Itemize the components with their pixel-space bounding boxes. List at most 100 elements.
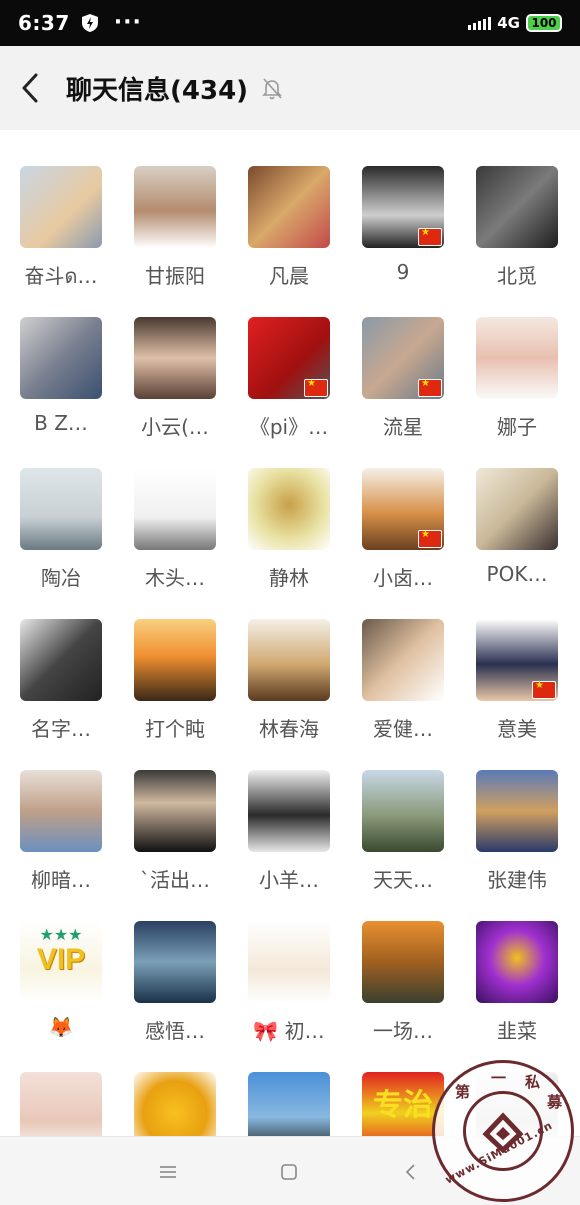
member-item[interactable]: 韭菜: [467, 921, 567, 1061]
member-item[interactable]: 小羊…: [239, 770, 339, 910]
member-avatar[interactable]: [362, 770, 444, 852]
member-item[interactable]: 🎀 初…: [239, 921, 339, 1061]
member-name: 一场…: [373, 1019, 433, 1043]
member-item[interactable]: 小卤…: [353, 468, 453, 608]
stars-icon: ★★★: [39, 925, 83, 944]
home-icon: [281, 1164, 297, 1180]
vip-badge: VIP: [36, 943, 86, 976]
member-item[interactable]: 天天…: [353, 770, 453, 910]
back-triangle-icon: [405, 1164, 415, 1180]
member-name: 韭菜: [497, 1019, 537, 1043]
network-type: 4G: [497, 14, 520, 32]
menu-button[interactable]: [153, 1157, 183, 1187]
member-name: POK…: [486, 562, 548, 586]
member-name: 柳暗…: [31, 868, 91, 892]
member-item[interactable]: 9: [353, 166, 453, 306]
member-avatar[interactable]: [20, 317, 102, 399]
member-item[interactable]: 柳暗…: [11, 770, 111, 910]
member-avatar[interactable]: [134, 770, 216, 852]
flag-badge-icon: [418, 227, 442, 246]
member-item[interactable]: 一场…: [353, 921, 453, 1061]
member-item[interactable]: 凡晨: [239, 166, 339, 306]
member-avatar[interactable]: [134, 619, 216, 701]
member-name: 林春海: [259, 717, 319, 741]
flag-badge-icon: [304, 378, 328, 397]
more-notifications-icon: ···: [113, 10, 142, 35]
member-item[interactable]: 木头…: [125, 468, 225, 608]
member-avatar[interactable]: [248, 770, 330, 852]
member-avatar[interactable]: [476, 468, 558, 550]
member-item[interactable]: VIP ★★★ 🦊: [11, 921, 111, 1061]
member-item[interactable]: 爱健…: [353, 619, 453, 759]
member-avatar[interactable]: [362, 317, 444, 399]
member-grid[interactable]: 奋斗ด… 甘振阳 凡晨 9 北觅 B Z… 小云(… 《pi》… 流星 娜子陶冶 木头… 静林 小卤… P…: [0, 130, 580, 1136]
member-avatar[interactable]: [248, 468, 330, 550]
member-avatar[interactable]: [20, 619, 102, 701]
member-item[interactable]: POK…: [467, 468, 567, 608]
member-name: 静林: [269, 566, 309, 590]
member-avatar[interactable]: [362, 921, 444, 1003]
member-avatar[interactable]: [20, 1072, 102, 1136]
member-name: 小云(…: [141, 415, 209, 439]
member-item[interactable]: 流星: [353, 317, 453, 457]
member-item[interactable]: 奋斗ด…: [11, 166, 111, 306]
status-time: 6:37: [18, 11, 70, 35]
member-item[interactable]: [11, 1072, 111, 1136]
member-avatar[interactable]: [134, 1072, 216, 1136]
shield-icon: [81, 14, 98, 32]
member-item[interactable]: 陶冶: [11, 468, 111, 608]
member-name: 天天…: [373, 868, 433, 892]
member-avatar[interactable]: [362, 619, 444, 701]
member-avatar[interactable]: [248, 317, 330, 399]
member-name: B Z…: [34, 411, 88, 435]
member-avatar[interactable]: [134, 166, 216, 248]
battery-icon: 100: [526, 14, 562, 32]
member-avatar[interactable]: [362, 468, 444, 550]
member-name: `活出…: [140, 868, 210, 892]
member-avatar[interactable]: [248, 166, 330, 248]
member-name: 爱健…: [373, 717, 433, 741]
member-avatar[interactable]: [476, 770, 558, 852]
member-avatar[interactable]: [476, 166, 558, 248]
member-avatar[interactable]: [134, 921, 216, 1003]
member-avatar[interactable]: [476, 317, 558, 399]
member-item[interactable]: 林春海: [239, 619, 339, 759]
member-avatar[interactable]: VIP ★★★: [20, 921, 102, 1003]
home-button[interactable]: [274, 1157, 304, 1187]
member-name: 名字…: [31, 717, 91, 741]
avatar-sign-text: 专治: [373, 1088, 433, 1123]
member-item[interactable]: 张建伟: [467, 770, 567, 910]
flag-badge-icon: [418, 529, 442, 548]
member-name: 《pi》…: [249, 415, 329, 439]
member-avatar[interactable]: [134, 468, 216, 550]
member-item[interactable]: `活出…: [125, 770, 225, 910]
member-item[interactable]: [239, 1072, 339, 1136]
member-avatar[interactable]: [20, 770, 102, 852]
member-name: 甘振阳: [145, 264, 205, 288]
member-avatar[interactable]: [20, 468, 102, 550]
member-item[interactable]: 娜子: [467, 317, 567, 457]
member-item[interactable]: 北觅: [467, 166, 567, 306]
member-item[interactable]: [125, 1072, 225, 1136]
member-avatar[interactable]: [134, 317, 216, 399]
member-avatar[interactable]: [476, 619, 558, 701]
member-avatar[interactable]: [20, 166, 102, 248]
member-avatar[interactable]: [476, 921, 558, 1003]
member-item[interactable]: 甘振阳: [125, 166, 225, 306]
member-item[interactable]: B Z…: [11, 317, 111, 457]
member-avatar[interactable]: [248, 619, 330, 701]
member-avatar[interactable]: [248, 921, 330, 1003]
member-avatar[interactable]: [248, 1072, 330, 1136]
member-item[interactable]: 静林: [239, 468, 339, 608]
back-button[interactable]: [0, 46, 60, 130]
member-item[interactable]: 《pi》…: [239, 317, 339, 457]
nav-back-button[interactable]: [395, 1157, 425, 1187]
member-item[interactable]: 意美: [467, 619, 567, 759]
signal-icon: [468, 16, 492, 30]
member-item[interactable]: 小云(…: [125, 317, 225, 457]
member-item[interactable]: 名字…: [11, 619, 111, 759]
member-name: 小卤…: [373, 566, 433, 590]
member-item[interactable]: 感悟…: [125, 921, 225, 1061]
member-avatar[interactable]: [362, 166, 444, 248]
member-item[interactable]: 打个盹: [125, 619, 225, 759]
